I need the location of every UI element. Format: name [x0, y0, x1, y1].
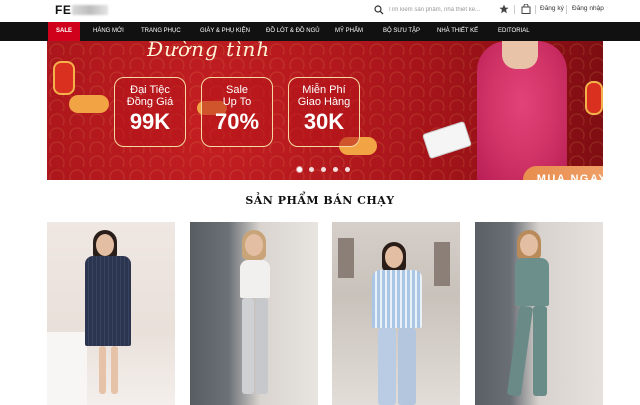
- model-shirt: [372, 270, 422, 328]
- hero-banner[interactable]: Đường tình Đại Tiệc Đồng Giá 99K Sale Up…: [47, 41, 603, 180]
- nav-item-designers[interactable]: NHÀ THIẾT KẾ: [437, 22, 478, 41]
- promo-card-same-price[interactable]: Đại Tiệc Đồng Giá 99K: [114, 77, 186, 147]
- lantern-icon: [585, 81, 603, 115]
- promo-card-sale[interactable]: Sale Up To 70%: [201, 77, 273, 147]
- best-sellers-title: SẢN PHẨM BÁN CHẠY: [245, 194, 395, 207]
- model-bodysuit: [515, 258, 549, 306]
- carousel-dot[interactable]: [345, 167, 350, 172]
- nav-item-cosmetics[interactable]: MỸ PHẨM: [335, 22, 363, 41]
- shopping-bag-icon[interactable]: [521, 4, 531, 14]
- nav-item-sale[interactable]: SALE: [48, 22, 80, 41]
- carousel-dot[interactable]: [297, 167, 302, 172]
- stairs: [47, 332, 87, 405]
- model-top: [240, 260, 270, 298]
- model-trousers: [378, 328, 396, 405]
- divider: [514, 5, 515, 14]
- model-head: [245, 234, 263, 256]
- promo-line: Sale: [225, 84, 249, 96]
- window: [338, 238, 354, 278]
- nav-item-collections[interactable]: BỘ SƯU TẬP: [383, 22, 420, 41]
- carousel-dot[interactable]: [309, 167, 314, 172]
- top-header: FE Đăng ký Đăng nhập: [0, 0, 640, 22]
- model-head: [385, 246, 403, 268]
- search-icon[interactable]: [374, 5, 384, 15]
- logo-redacted: [72, 5, 108, 15]
- buy-now-button[interactable]: MUA NGAY: [523, 166, 603, 180]
- model-trousers: [398, 328, 416, 405]
- carousel-dot[interactable]: [333, 167, 338, 172]
- promo-value: 70%: [214, 109, 260, 134]
- site-logo[interactable]: FE: [55, 3, 71, 17]
- model-leggings: [256, 298, 268, 394]
- star-icon[interactable]: [499, 4, 509, 14]
- divider: [566, 5, 567, 14]
- nav-item-clothing[interactable]: TRANG PHỤC: [141, 22, 181, 41]
- product-card[interactable]: [475, 222, 603, 405]
- nav-item-shoes-accessories[interactable]: GIÀY & PHỤ KIỆN: [200, 22, 250, 41]
- login-link[interactable]: Đăng nhập: [572, 5, 604, 12]
- main-nav: SALE HÀNG MỚI TRANG PHỤC GIÀY & PHỤ KIỆN…: [0, 22, 640, 41]
- nav-item-lingerie[interactable]: ĐỒ LÓT & ĐỒ NGỦ: [266, 22, 320, 41]
- nav-item-editorial[interactable]: EDITORIAL: [498, 22, 530, 41]
- promo-line: Miễn Phí: [302, 84, 346, 96]
- product-card[interactable]: [47, 222, 175, 405]
- promo-line: Đồng Giá: [126, 96, 174, 108]
- promo-value: 99K: [129, 109, 171, 134]
- search-input[interactable]: [388, 3, 484, 17]
- product-card[interactable]: [190, 222, 318, 405]
- promo-value: 30K: [303, 109, 345, 134]
- lantern-icon: [53, 61, 75, 95]
- model-head: [96, 234, 114, 256]
- promo-line: Đại Tiệc: [130, 84, 170, 96]
- promo-card-free-shipping[interactable]: Miễn Phí Giao Hàng 30K: [288, 77, 360, 147]
- model-dress: [85, 256, 131, 346]
- model-neck: [502, 41, 538, 69]
- model-head: [520, 234, 538, 256]
- carousel-dots: [297, 167, 357, 173]
- model-leg: [111, 346, 118, 394]
- register-link[interactable]: Đăng ký: [540, 5, 564, 12]
- model-leggings: [533, 306, 547, 396]
- cloud-icon: [69, 95, 109, 113]
- carousel-dot[interactable]: [321, 167, 326, 172]
- nav-item-new[interactable]: HÀNG MỚI: [93, 22, 124, 41]
- model-leggings: [242, 298, 254, 394]
- window: [434, 242, 450, 286]
- promo-line: Up To: [222, 96, 252, 108]
- divider: [535, 5, 536, 14]
- product-card[interactable]: [332, 222, 460, 405]
- promo-line: Giao Hàng: [297, 96, 351, 108]
- banner-script-title: Đường tình: [147, 41, 271, 61]
- model-leg: [99, 346, 106, 394]
